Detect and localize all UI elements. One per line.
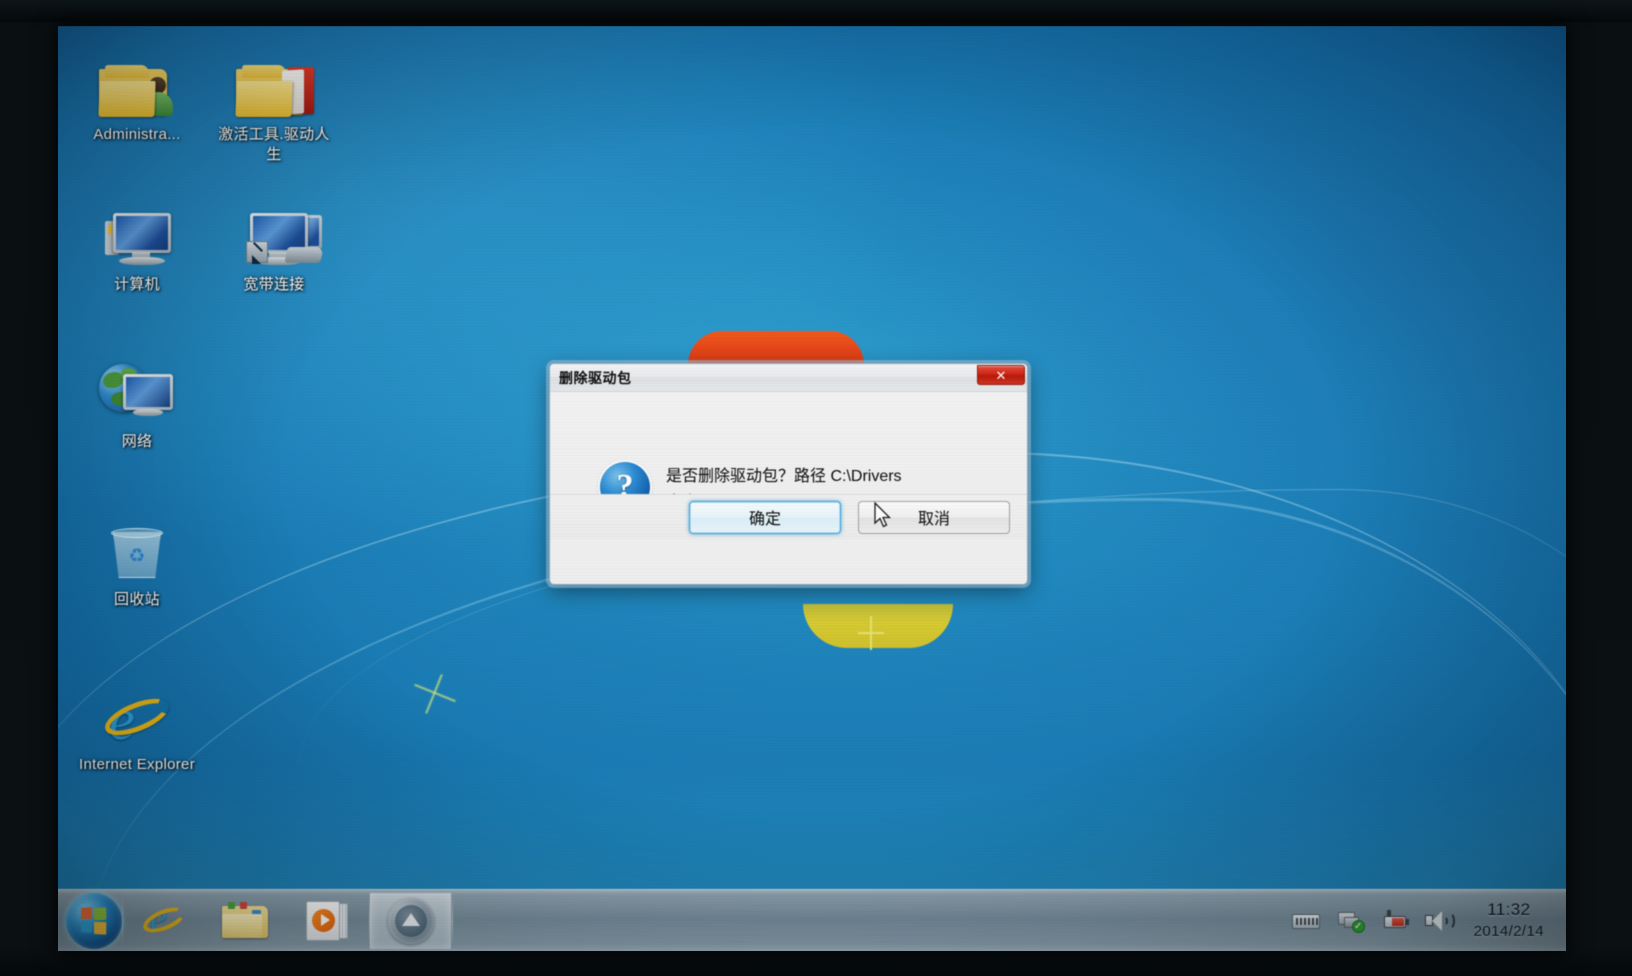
internet-explorer-icon: e xyxy=(139,899,189,941)
clock-date: 2014/2/14 xyxy=(1473,922,1544,940)
wallpaper-sparkle-icon xyxy=(413,671,459,717)
dialog-titlebar[interactable]: 删除驱动包 ✕ xyxy=(550,364,1027,392)
battery-icon[interactable] xyxy=(1380,908,1409,934)
mouse-cursor xyxy=(874,502,892,528)
user-folder-icon xyxy=(77,55,197,121)
desktop-icon-label: 计算机 xyxy=(114,276,160,293)
desktop-icon-label: 网络 xyxy=(121,433,153,450)
desktop-icon-network[interactable]: 网络 xyxy=(77,362,197,452)
delete-driver-package-dialog: 删除驱动包 ✕ ? 是否删除驱动包？路径 C:\Drivers 大小：767MB… xyxy=(549,363,1028,585)
desktop-icon-label: Administra... xyxy=(93,126,181,143)
start-button[interactable] xyxy=(66,892,122,949)
wallpaper-bottom-light xyxy=(58,525,1566,951)
desktop-icon-label: Internet Explorer xyxy=(79,756,195,773)
monitor-photo: Administra... 激活工具.驱动人生 计算机 宽带连接 网络 ♻ 回收… xyxy=(0,0,1632,976)
taskbar-item-internet-explorer[interactable]: e xyxy=(123,893,205,949)
computer-icon xyxy=(77,205,197,271)
desktop-icon-broadband-connection[interactable]: 宽带连接 xyxy=(214,205,334,295)
system-tray: ✓ 11:32 2014/2/14 xyxy=(1291,893,1566,949)
broadband-connection-icon xyxy=(214,205,334,271)
dialog-body: ? 是否删除驱动包？路径 C:\Drivers 大小：767MB 确定 取消 xyxy=(550,392,1027,539)
drive-life-icon xyxy=(388,897,434,944)
volume-icon[interactable] xyxy=(1424,908,1455,934)
ime-keyboard-icon[interactable] xyxy=(1291,908,1320,934)
desktop-icon-administrator[interactable]: Administra... xyxy=(77,55,197,145)
internet-explorer-icon: e xyxy=(77,685,197,751)
folder-documents-icon xyxy=(214,55,334,121)
dialog-button-bar: 确定 取消 xyxy=(550,494,1027,539)
desktop-icon-label: 宽带连接 xyxy=(243,276,305,293)
background-app-sparkle-icon xyxy=(858,616,884,650)
taskbar-item-media-player[interactable] xyxy=(287,893,369,949)
network-icon[interactable]: ✓ xyxy=(1336,908,1365,934)
close-icon[interactable]: ✕ xyxy=(977,365,1025,385)
desktop-icon-internet-explorer[interactable]: e Internet Explorer xyxy=(77,685,197,775)
dialog-title: 删除驱动包 xyxy=(559,369,632,386)
background-app-window-top xyxy=(688,331,864,365)
desktop-icon-label: 回收站 xyxy=(114,591,160,608)
taskbar: e ✓ 11:32 2014/2/14 xyxy=(58,889,1566,951)
desktop-icon-label: 激活工具.驱动人生 xyxy=(218,126,330,163)
recycle-bin-icon: ♻ xyxy=(77,520,197,586)
desktop-icon-recycle-bin[interactable]: ♻ 回收站 xyxy=(77,520,197,610)
desktop-icon-activation-tools[interactable]: 激活工具.驱动人生 xyxy=(214,55,334,165)
windows-logo-icon xyxy=(81,906,108,936)
media-player-icon xyxy=(306,900,350,941)
clock[interactable]: 11:32 2014/2/14 xyxy=(1468,899,1558,943)
dialog-message-line1: 是否删除驱动包？路径 C:\Drivers xyxy=(666,468,902,485)
network-globe-icon xyxy=(77,362,197,428)
desktop-icon-computer[interactable]: 计算机 xyxy=(77,205,197,295)
taskbar-item-drive-life[interactable] xyxy=(370,892,452,949)
ok-button[interactable]: 确定 xyxy=(689,500,841,534)
taskbar-separator xyxy=(452,897,453,944)
explorer-folder-icon xyxy=(222,901,270,940)
clock-time: 11:32 xyxy=(1487,899,1531,919)
screen: Administra... 激活工具.驱动人生 计算机 宽带连接 网络 ♻ 回收… xyxy=(58,26,1566,951)
taskbar-item-explorer[interactable] xyxy=(205,893,287,949)
